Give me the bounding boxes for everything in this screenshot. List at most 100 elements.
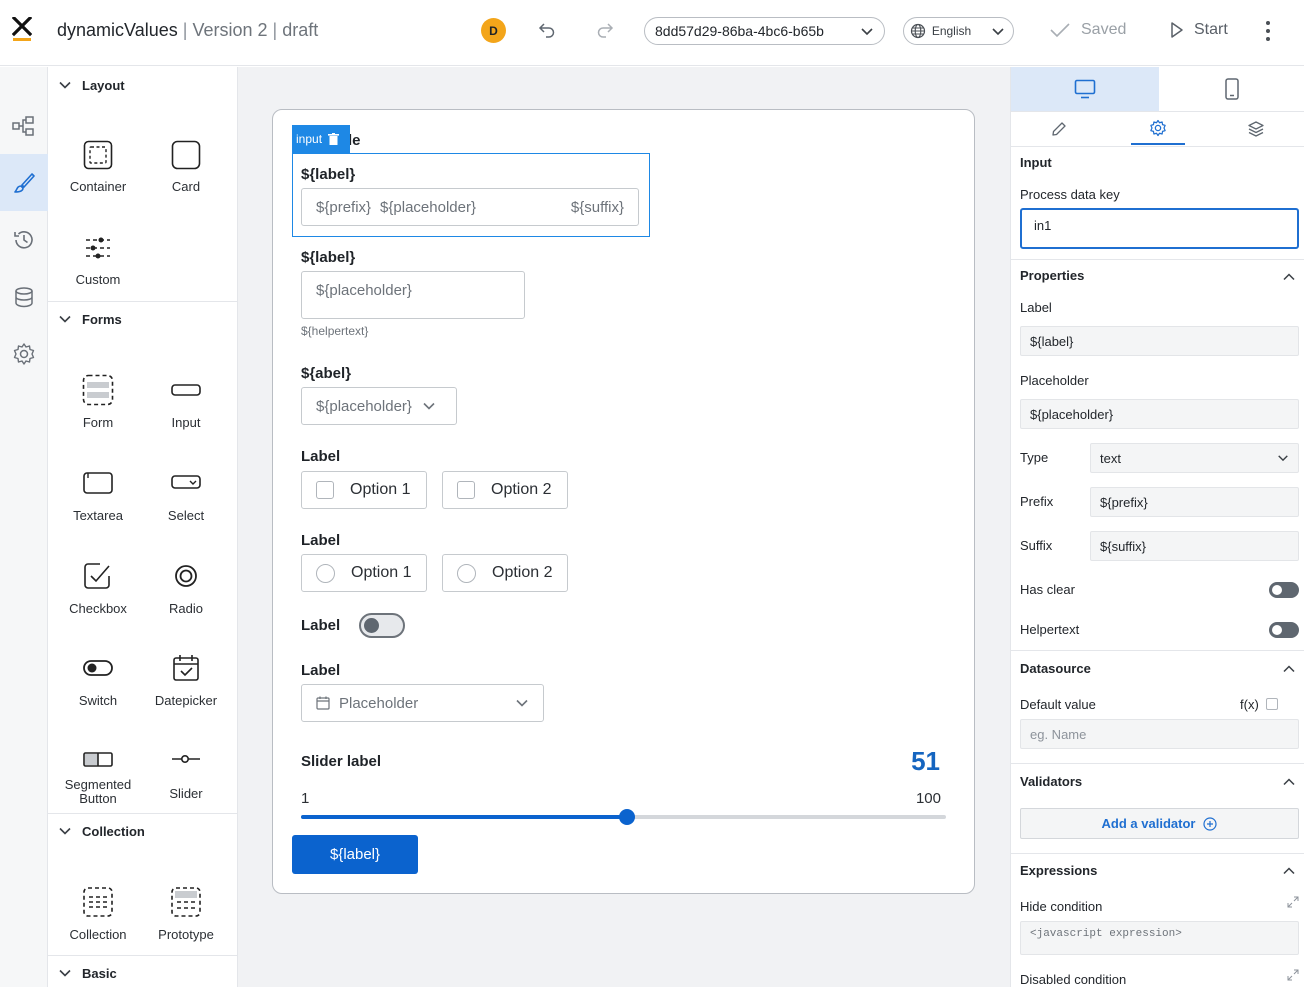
select-input[interactable]: ${placeholder} bbox=[301, 387, 457, 425]
textarea-label: ${label} bbox=[301, 249, 356, 266]
globe-icon bbox=[910, 23, 926, 39]
slider-fill bbox=[301, 815, 627, 819]
text-input[interactable]: ${prefix} ${placeholder} ${suffix} bbox=[301, 188, 639, 226]
process-flow-icon[interactable] bbox=[0, 97, 48, 154]
default-value-input[interactable]: eg. Name bbox=[1020, 719, 1299, 749]
radio-option-2[interactable]: Option 2 bbox=[442, 554, 568, 592]
placeholder-field-input[interactable]: ${placeholder} bbox=[1020, 399, 1299, 429]
title-separator: | bbox=[272, 20, 278, 40]
redo-icon[interactable] bbox=[594, 20, 616, 42]
settings-tab[interactable] bbox=[1131, 113, 1185, 145]
expand-icon[interactable] bbox=[1287, 969, 1299, 981]
radio-option-1[interactable]: Option 1 bbox=[301, 554, 427, 592]
chevron-down-icon bbox=[1278, 455, 1288, 462]
input-placeholder: ${placeholder} bbox=[380, 198, 476, 216]
selected-component-tag[interactable]: input bbox=[292, 125, 350, 153]
form-card[interactable]: le input ${label} ${prefix} ${placeholde… bbox=[272, 109, 975, 894]
desktop-view-tab[interactable] bbox=[1011, 67, 1159, 111]
radio-group-label: Label bbox=[301, 532, 341, 549]
layers-tab[interactable] bbox=[1229, 113, 1283, 145]
palette-item-segmented-button[interactable]: Segmented Button bbox=[53, 744, 143, 806]
app-header: dynamicValues | Version 2 | draft D 8dd5… bbox=[0, 0, 1304, 66]
expand-icon[interactable] bbox=[1287, 896, 1299, 908]
language-select[interactable]: English bbox=[903, 17, 1014, 45]
mobile-view-tab[interactable] bbox=[1159, 67, 1304, 111]
palette-section-collection[interactable]: Collection bbox=[48, 813, 238, 849]
select-placeholder: ${placeholder} bbox=[316, 397, 412, 415]
switch-icon bbox=[83, 660, 113, 676]
palette-item-textarea[interactable]: Textarea bbox=[53, 467, 143, 523]
palette-item-container[interactable]: Container bbox=[53, 140, 143, 194]
history-icon[interactable] bbox=[0, 211, 48, 268]
chevron-up-icon[interactable] bbox=[1282, 662, 1296, 676]
status-label: draft bbox=[282, 20, 319, 40]
version-label: Version 2 bbox=[192, 20, 268, 40]
prefix-field-input[interactable]: ${prefix} bbox=[1090, 487, 1299, 517]
trash-icon[interactable] bbox=[328, 133, 340, 145]
datepicker-input[interactable]: Placeholder bbox=[301, 684, 544, 722]
divider bbox=[1011, 259, 1304, 260]
divider bbox=[1011, 763, 1304, 764]
palette-item-input[interactable]: Input bbox=[141, 374, 231, 430]
palette-item-radio[interactable]: Radio bbox=[141, 560, 231, 616]
switch-toggle[interactable] bbox=[359, 613, 405, 638]
palette-section-basic[interactable]: Basic bbox=[48, 955, 238, 987]
chevron-up-icon[interactable] bbox=[1282, 775, 1296, 789]
app-name: dynamicValues bbox=[57, 20, 178, 40]
palette-item-switch[interactable]: Switch bbox=[53, 652, 143, 708]
saved-status: Saved bbox=[1049, 21, 1126, 39]
has-clear-toggle[interactable] bbox=[1269, 582, 1299, 598]
settings-icon[interactable] bbox=[0, 325, 48, 382]
palette-section-forms[interactable]: Forms bbox=[48, 301, 238, 337]
selected-tag-label: input bbox=[296, 132, 323, 146]
palette-item-slider[interactable]: Slider bbox=[141, 744, 231, 801]
input-suffix: ${suffix} bbox=[570, 198, 624, 216]
type-select-value: text bbox=[1100, 450, 1121, 466]
slider-track[interactable] bbox=[301, 809, 946, 825]
process-key-input[interactable]: in1 bbox=[1020, 208, 1299, 249]
title-separator: | bbox=[182, 20, 188, 40]
palette-section-layout[interactable]: Layout bbox=[48, 67, 238, 103]
palette-item-datepicker[interactable]: Datepicker bbox=[141, 652, 231, 708]
properties-panel: Input Process data key in1 Properties La… bbox=[1010, 67, 1304, 987]
checkbox-option-1[interactable]: Option 1 bbox=[301, 471, 427, 509]
label-field-input[interactable]: ${label} bbox=[1020, 326, 1299, 356]
chevron-down-icon bbox=[59, 315, 71, 323]
palette-item-custom[interactable]: Custom bbox=[53, 233, 143, 287]
chevron-up-icon[interactable] bbox=[1282, 864, 1296, 878]
undo-icon[interactable] bbox=[536, 20, 558, 42]
default-value-label: Default value bbox=[1020, 697, 1096, 712]
palette-item-form[interactable]: Form bbox=[53, 374, 143, 430]
chevron-up-icon[interactable] bbox=[1282, 270, 1296, 284]
sliders-icon bbox=[86, 237, 110, 259]
has-clear-label: Has clear bbox=[1020, 582, 1075, 597]
helpertext-toggle[interactable] bbox=[1269, 622, 1299, 638]
slider-thumb[interactable] bbox=[619, 809, 635, 825]
submit-button[interactable]: ${label} bbox=[292, 835, 418, 874]
palette-item-prototype[interactable]: Prototype bbox=[141, 886, 231, 942]
add-validator-button[interactable]: Add a validator bbox=[1020, 808, 1299, 839]
user-avatar[interactable]: D bbox=[481, 18, 506, 43]
component-palette: Layout Container Card Custom Forms Form … bbox=[48, 67, 238, 987]
suffix-field-input[interactable]: ${suffix} bbox=[1090, 531, 1299, 561]
fx-checkbox[interactable] bbox=[1266, 698, 1278, 710]
process-key-label: Process data key bbox=[1020, 187, 1120, 202]
palette-item-collection[interactable]: Collection bbox=[53, 886, 143, 942]
switch-label: Label bbox=[301, 617, 341, 634]
checkbox-option-2[interactable]: Option 2 bbox=[442, 471, 568, 509]
more-menu-icon[interactable] bbox=[1258, 19, 1278, 43]
datasource-title: Datasource bbox=[1020, 661, 1091, 676]
select-icon bbox=[171, 475, 201, 489]
textarea-input[interactable]: ${placeholder} bbox=[301, 271, 525, 319]
version-select[interactable]: 8dd57d29-86ba-4bc6-b65b bbox=[644, 17, 885, 45]
type-select[interactable]: text bbox=[1090, 443, 1299, 473]
style-tab[interactable] bbox=[1031, 113, 1087, 145]
start-button[interactable]: Start bbox=[1170, 21, 1228, 39]
plus-circle-icon bbox=[1203, 816, 1218, 831]
palette-item-select[interactable]: Select bbox=[141, 467, 231, 523]
hide-condition-input[interactable]: <javascript expression> bbox=[1020, 921, 1299, 955]
brush-icon[interactable] bbox=[0, 154, 48, 211]
palette-item-checkbox[interactable]: Checkbox bbox=[53, 560, 143, 616]
database-icon[interactable] bbox=[0, 268, 48, 325]
palette-item-card[interactable]: Card bbox=[141, 140, 231, 194]
